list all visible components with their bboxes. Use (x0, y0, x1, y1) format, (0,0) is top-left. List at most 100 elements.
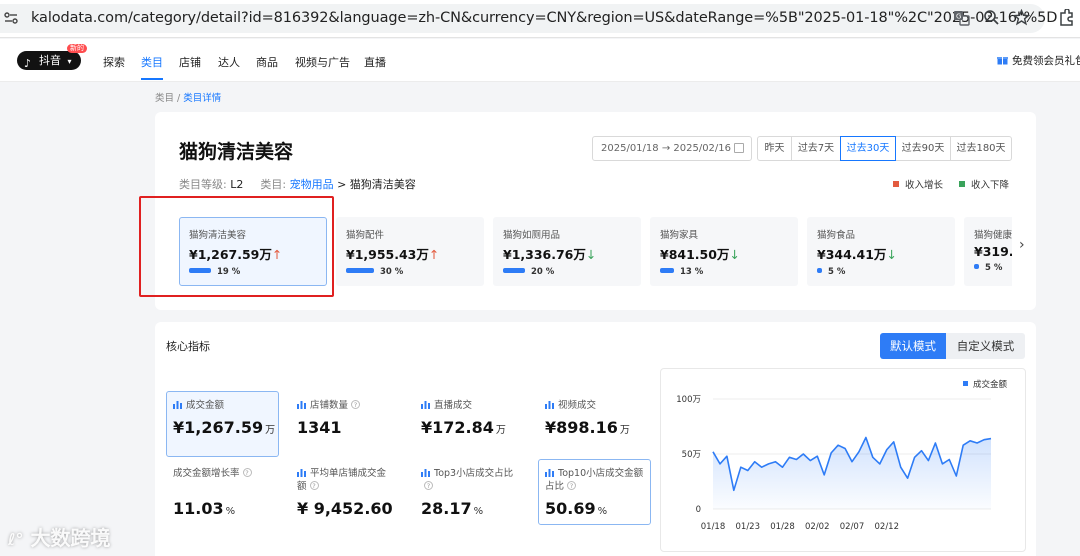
watermark-text: 大数跨境 (30, 526, 111, 550)
metric-unit: 万 (265, 425, 276, 436)
tile-value: ¥319.4 (974, 244, 1012, 259)
address-bar[interactable]: kalodata.com/category/detail?id=816392&l… (0, 4, 1057, 33)
bar-chart-icon (173, 401, 182, 409)
help-icon[interactable]: ? (242, 468, 252, 477)
legend-decline: 收入下降 (959, 177, 1009, 191)
range-7days[interactable]: 过去7天 (791, 136, 841, 161)
x-tick-label: 02/12 (875, 522, 900, 532)
metric-card-growth-rate[interactable]: 成交金额增长率? 11.03% (166, 459, 279, 525)
nav-item-explore[interactable]: 探索 (103, 54, 125, 70)
metric-card-shop-count[interactable]: 店铺数量? 1341 (290, 391, 403, 457)
metric-unit: 万 (619, 425, 630, 436)
range-yesterday[interactable]: 昨天 (757, 136, 792, 161)
default-mode-button[interactable]: 默认模式 (880, 333, 946, 359)
category-tile[interactable]: 猫狗配件 ¥1,955.43万↑ 30 % (336, 217, 484, 286)
tile-share: 30 % (380, 267, 404, 277)
legend-growth: 收入增长 (893, 177, 943, 191)
range-30days[interactable]: 过去30天 (840, 136, 896, 161)
range-90days[interactable]: 过去90天 (895, 136, 951, 161)
metric-card-top3-share[interactable]: Top3小店成交占比? 28.17% (414, 459, 527, 525)
nav-item-video-ads[interactable]: 视频与广告 (295, 54, 350, 70)
metric-label: 直播成交 (434, 400, 473, 411)
date-range-text: 2025/01/18 → 2025/02/16 (601, 143, 732, 154)
metric-unit: % (597, 506, 608, 517)
path-current: 猫狗清洁美容 (349, 178, 416, 191)
metric-label: 成交金额 (186, 400, 225, 411)
bookmark-star-icon[interactable] (1013, 9, 1030, 26)
page-title: 猫狗清洁美容 (179, 141, 294, 163)
metric-value: 50.69 (545, 499, 596, 518)
path-parent-link[interactable]: 宠物用品 (290, 178, 334, 191)
logo-label: 抖音 (39, 54, 61, 67)
category-tile[interactable]: 猫狗健康 ¥319.4 5 % (964, 217, 1012, 286)
metric-label: 视频成交 (558, 400, 597, 411)
douyin-logo[interactable]: ♪ 抖音 ▾ (17, 51, 81, 70)
tile-value: ¥841.50万 (660, 247, 730, 262)
growth-swatch (893, 181, 899, 187)
browser-toolbar: kalodata.com/category/detail?id=816392&l… (0, 0, 1080, 38)
series-area (713, 437, 991, 509)
gift-icon (997, 57, 1008, 65)
core-metrics-title: 核心指标 (166, 340, 210, 353)
trend-up-icon: ↑ (428, 247, 440, 262)
metric-card-avg-shop-gmv[interactable]: 平均单店铺成交金额? ¥ 9,452.60 (290, 459, 403, 525)
new-badge: 新的 (67, 44, 87, 53)
chevron-right-icon[interactable]: › (1019, 237, 1025, 253)
bar-chart-icon (421, 469, 430, 477)
url-text[interactable]: kalodata.com/category/detail?id=816392&l… (31, 10, 1057, 26)
bar-chart-icon (421, 401, 430, 409)
category-tile[interactable]: 猫狗食品 ¥344.41万↓ 5 % (807, 217, 955, 286)
breadcrumb-current: 类目详情 (183, 93, 222, 104)
category-tile[interactable]: 猫狗家具 ¥841.50万↓ 13 % (650, 217, 798, 286)
x-tick-label: 01/23 (736, 522, 761, 532)
bar-chart-icon (545, 469, 554, 477)
metric-unit: % (225, 506, 236, 517)
free-membership-link[interactable]: 免费领会员礼包 (1012, 53, 1080, 68)
level-label: 类目等级: (179, 178, 227, 191)
tile-share: 5 % (985, 263, 1003, 273)
nav-item-product[interactable]: 商品 (256, 54, 278, 70)
help-icon[interactable]: ? (309, 481, 319, 490)
nav-item-creator[interactable]: 达人 (218, 54, 240, 70)
metric-card-live-gmv[interactable]: 直播成交 ¥172.84 万 (414, 391, 527, 457)
site-settings-icon[interactable] (4, 12, 18, 24)
tile-name: 猫狗配件 (346, 230, 385, 241)
metric-card-top10-share[interactable]: Top10小店成交金额占比? 50.69% (538, 459, 651, 525)
help-icon[interactable]: ? (351, 400, 361, 409)
nav-item-shop[interactable]: 店铺 (179, 54, 201, 70)
metric-value: ¥ 9,452.60 (297, 499, 393, 518)
legend-decline-label: 收入下降 (971, 180, 1010, 191)
tile-share: 13 % (680, 267, 704, 277)
x-tick-label: 01/28 (770, 522, 795, 532)
extensions-icon[interactable] (1057, 9, 1075, 27)
breadcrumb-parent[interactable]: 类目 (155, 93, 174, 104)
legend-swatch (963, 381, 968, 386)
svg-text:G: G (956, 13, 961, 21)
category-tile[interactable]: 猫狗如厕用品 ¥1,336.76万↓ 20 % (493, 217, 641, 286)
x-tick-label: 02/02 (805, 522, 830, 532)
tile-value: ¥344.41万 (817, 247, 887, 262)
y-tick-label: 100万 (676, 395, 701, 405)
metric-value: ¥172.84 (421, 418, 494, 437)
x-tick-label: 02/07 (840, 522, 865, 532)
calendar-icon (734, 143, 744, 153)
tile-name: 猫狗健康 (974, 230, 1012, 241)
range-180days[interactable]: 过去180天 (950, 136, 1012, 161)
help-icon[interactable]: ? (567, 481, 577, 490)
tile-name: 猫狗食品 (817, 230, 856, 241)
help-icon[interactable]: ? (424, 481, 433, 490)
custom-mode-button[interactable]: 自定义模式 (946, 333, 1025, 359)
nav-item-live[interactable]: 直播 (364, 54, 386, 70)
date-range-picker[interactable]: 2025/01/18 → 2025/02/16 (592, 136, 752, 161)
breadcrumb: 类目 / 类目详情 (155, 90, 221, 104)
chart-svg: 100万 50万 0 成交金额 01/18 01/23 01/28 02/02 02/07 02/… (676, 379, 1007, 532)
x-tick-label: 01/18 (701, 522, 726, 532)
metric-unit: 万 (495, 425, 506, 436)
tile-name: 猫狗如厕用品 (503, 230, 561, 241)
metric-card-video-gmv[interactable]: 视频成交 ¥898.16 万 (538, 391, 651, 457)
nav-item-category[interactable]: 类目 (141, 54, 163, 70)
translate-icon[interactable]: G (953, 9, 971, 27)
zoom-icon[interactable] (983, 9, 1000, 26)
metric-value: 28.17 (421, 499, 472, 518)
metric-card-gmv[interactable]: 成交金额 ¥1,267.59 万 (166, 391, 279, 457)
